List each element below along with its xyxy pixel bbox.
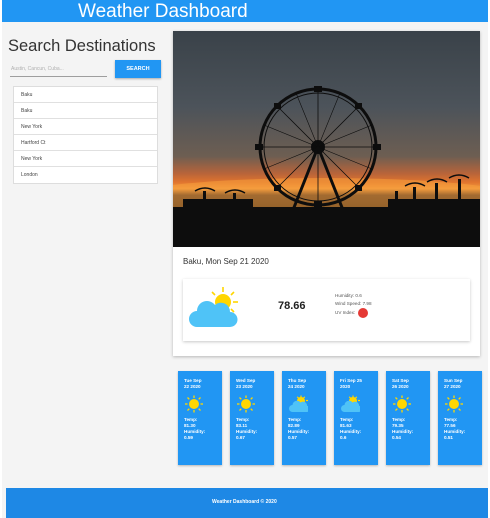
app-container: Weather Dashboard Search Destinations SE… [2,0,488,518]
forecast-humidity: 0.67 [236,435,245,440]
forecast-date: Sat Sep 26 2020 [392,378,409,389]
forecast-humidity: 0.59 [184,435,193,440]
forecast-date: Fri Sep 25 2020 [340,378,362,389]
history-item[interactable]: Hartford Ct [14,135,157,151]
forecast-humidity: 0.54 [392,435,401,440]
header-title: Weather Dashboard [78,1,248,22]
forecast-card: Sat Sep 26 2020 Temp: 79.35 Humidity: 0.… [386,371,430,465]
search-input[interactable] [10,61,107,77]
search-history-list: Baku Baku New York Hartford Ct New York … [13,86,158,184]
forecast-date: Thu Sep 24 2020 [288,378,307,389]
forecast-card: Wed Sep 23 2020 Temp: 83.11 Humidity: 0.… [230,371,274,465]
city-date-label: Baku, Mon Sep 21 2020 [183,257,269,266]
history-item[interactable]: Baku [14,87,157,103]
forecast-humidity: 0.6 [340,435,347,440]
wind-speed-label: Wind Speed: 7.98 [335,301,372,306]
forecast-date: Wed Sep 23 2020 [236,378,256,389]
forecast-date: Tue Sep 22 2020 [184,378,202,389]
forecast-row: Tue Sep 22 2020 Temp: 81.30 Humidity: 0.… [178,371,482,465]
footer-bar: Weather Dashboard © 2020 [6,488,488,518]
history-item[interactable]: New York [14,151,157,167]
sun-icon [185,395,203,413]
city-photo [173,31,480,247]
forecast-date: Sun Sep 27 2020 [444,378,463,389]
search-button[interactable]: SEARCH [115,60,161,78]
current-weather-box: 78.66 Humidity: 0.6 Wind Speed: 7.98 UV … [183,279,470,341]
history-item[interactable]: Baku [14,103,157,119]
sun-icon [445,395,463,413]
forecast-card: Thu Sep 24 2020 Temp: 82.89 Humidity: 0.… [282,371,326,465]
partly-cloudy-icon [289,395,308,412]
history-item[interactable]: London [14,167,157,183]
footer-copyright: Weather Dashboard © 2020 [212,499,277,505]
current-details: Humidity: 0.6 Wind Speed: 7.98 UV Index: [335,292,372,318]
sun-icon [393,395,411,413]
forecast-card: Fri Sep 25 2020 Temp: 81.63 Humidity: 0.… [334,371,378,465]
humidity-label: Humidity: 0.6 [335,293,362,298]
forecast-card: Sun Sep 27 2020 Temp: 77.56 Humidity: 0.… [438,371,482,465]
header-bar: Weather Dashboard [2,0,488,22]
uv-index-row: UV Index: [335,308,372,318]
current-weather-card: Baku, Mon Sep 21 2020 78.66 Humidity: 0.… [173,31,480,356]
partly-cloudy-icon [341,395,360,412]
history-item[interactable]: New York [14,119,157,135]
uv-index-label: UV Index: [335,310,356,315]
uv-index-badge [358,308,369,318]
forecast-humidity: 0.57 [288,435,297,440]
search-title: Search Destinations [8,37,156,55]
ferris-wheel-photo [173,86,480,247]
sun-icon [237,395,255,413]
forecast-card: Tue Sep 22 2020 Temp: 81.30 Humidity: 0.… [178,371,222,465]
partly-cloudy-icon [189,287,238,327]
forecast-humidity: 0.51 [444,435,453,440]
current-temperature: 78.66 [278,300,306,312]
